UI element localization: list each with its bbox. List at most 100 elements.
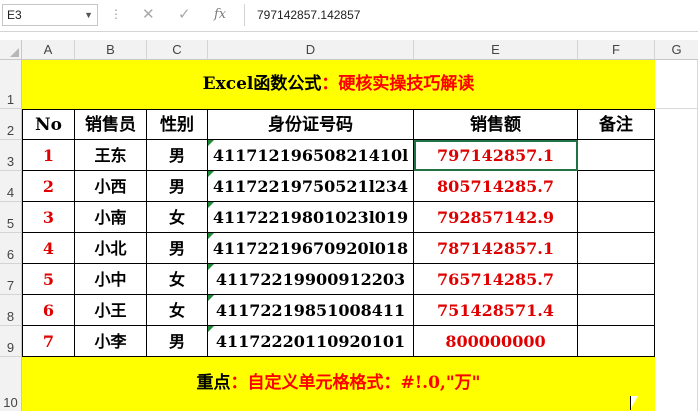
cell-salesperson[interactable]: 小李: [75, 326, 147, 357]
cell-sales[interactable]: 797142857.1: [414, 140, 578, 171]
row-header-6[interactable]: 6: [0, 233, 22, 264]
row-header-4[interactable]: 4: [0, 171, 22, 202]
number-as-text-indicator-icon[interactable]: [208, 140, 214, 146]
salesperson-value: 小中: [94, 270, 127, 289]
header-salesperson[interactable]: 销售员: [75, 109, 147, 140]
cell-gender[interactable]: 女: [147, 295, 208, 326]
title-black: Excel函数公式: [202, 74, 322, 94]
cell-sales[interactable]: 792857142.9: [414, 202, 578, 233]
column-header-b[interactable]: B: [75, 40, 147, 60]
cell-id-number[interactable]: 41172219801023l019: [208, 202, 414, 233]
row-header-2[interactable]: 2: [0, 109, 22, 140]
cancel-icon[interactable]: ✕: [142, 5, 155, 23]
cell-no[interactable]: 1: [22, 140, 75, 171]
cell-gender[interactable]: 男: [147, 140, 208, 171]
mouse-pointer-icon: [630, 396, 638, 410]
cell-id-number[interactable]: 41172219670920l018: [208, 233, 414, 264]
header-sales[interactable]: 销售额: [414, 109, 578, 140]
header-gender[interactable]: 性别: [147, 109, 208, 140]
cell-salesperson[interactable]: 小西: [75, 171, 147, 202]
cell-gender[interactable]: 女: [147, 202, 208, 233]
gender-value: 男: [168, 239, 185, 258]
header-no[interactable]: No: [22, 109, 75, 140]
row-header-5[interactable]: 5: [0, 202, 22, 233]
formula-input[interactable]: 797142857.142857: [244, 4, 696, 26]
cell-g1[interactable]: [655, 60, 698, 109]
sales-value: 765714285.7: [437, 270, 554, 289]
salesperson-value: 小王: [94, 301, 127, 320]
cell-no[interactable]: 4: [22, 233, 75, 264]
name-box[interactable]: E3 ▼: [2, 4, 98, 26]
column-header-e[interactable]: E: [414, 40, 578, 60]
formula-bar-grip: ⋮: [110, 7, 122, 21]
cell-note[interactable]: [578, 233, 655, 264]
header-note[interactable]: 备注: [578, 109, 655, 140]
cell-salesperson[interactable]: 小北: [75, 233, 147, 264]
cell-gender[interactable]: 男: [147, 171, 208, 202]
cell-gender[interactable]: 女: [147, 264, 208, 295]
cell-id-number[interactable]: 41172220110920101: [208, 326, 414, 357]
id-number-value: 41172219851008411: [215, 301, 406, 320]
row-header-10[interactable]: 10: [0, 357, 22, 411]
cell-id-number[interactable]: 41172219900912203: [208, 264, 414, 295]
cell-id-number[interactable]: 41172219851008411: [208, 295, 414, 326]
row-header-7[interactable]: 7: [0, 264, 22, 295]
column-header-a[interactable]: A: [22, 40, 75, 60]
cell-sales[interactable]: 765714285.7: [414, 264, 578, 295]
column-header-f[interactable]: F: [578, 40, 655, 60]
sales-value: 751428571.4: [437, 301, 554, 320]
cell-note[interactable]: [578, 202, 655, 233]
cell-note[interactable]: [578, 326, 655, 357]
cell-gender[interactable]: 男: [147, 326, 208, 357]
row-header-9[interactable]: 9: [0, 326, 22, 357]
cell-g10[interactable]: [655, 357, 698, 411]
cell-salesperson[interactable]: 小王: [75, 295, 147, 326]
sales-value: 805714285.7: [437, 177, 554, 196]
row-header-8[interactable]: 8: [0, 295, 22, 326]
number-as-text-indicator-icon[interactable]: [208, 295, 214, 301]
column-header-c[interactable]: C: [147, 40, 208, 60]
header-id-number[interactable]: 身份证号码: [208, 109, 414, 140]
cell-note[interactable]: [578, 295, 655, 326]
cell-note[interactable]: [578, 171, 655, 202]
cell-no[interactable]: 6: [22, 295, 75, 326]
cell-id-number[interactable]: 41171219650821410l: [208, 140, 414, 171]
gender-value: 男: [168, 332, 185, 351]
number-as-text-indicator-icon[interactable]: [208, 171, 214, 177]
chevron-down-icon[interactable]: ▼: [84, 5, 93, 25]
cell-sales[interactable]: 787142857.1: [414, 233, 578, 264]
cell-id-number[interactable]: 41172219750521l234: [208, 171, 414, 202]
insert-function-icon[interactable]: fx: [214, 7, 226, 22]
number-as-text-indicator-icon[interactable]: [208, 264, 214, 270]
title-banner[interactable]: Excel函数公式：硬核实操技巧解读: [22, 60, 655, 109]
cell-gender[interactable]: 男: [147, 233, 208, 264]
cell-sales[interactable]: 751428571.4: [414, 295, 578, 326]
cell-sales[interactable]: 800000000: [414, 326, 578, 357]
cell-no[interactable]: 7: [22, 326, 75, 357]
column-header-d[interactable]: D: [208, 40, 414, 60]
cell-no[interactable]: 2: [22, 171, 75, 202]
number-as-text-indicator-icon[interactable]: [208, 326, 214, 332]
cell-salesperson[interactable]: 小南: [75, 202, 147, 233]
row-header-1[interactable]: 1: [0, 60, 22, 109]
number-as-text-indicator-icon[interactable]: [208, 233, 214, 239]
no-value: 7: [42, 332, 55, 351]
sales-value: 787142857.1: [437, 239, 554, 258]
cell-sales[interactable]: 805714285.7: [414, 171, 578, 202]
number-as-text-indicator-icon[interactable]: [208, 202, 214, 208]
salesperson-value: 小北: [94, 239, 127, 258]
cells-g2-g9[interactable]: [655, 109, 698, 357]
row-header-3[interactable]: 3: [0, 140, 22, 171]
salesperson-value: 王东: [94, 146, 127, 165]
cell-note[interactable]: [578, 264, 655, 295]
enter-icon[interactable]: ✓: [178, 5, 191, 23]
cell-no[interactable]: 3: [22, 202, 75, 233]
column-header-g[interactable]: G: [655, 40, 698, 60]
cell-salesperson[interactable]: 王东: [75, 140, 147, 171]
cell-no[interactable]: 5: [22, 264, 75, 295]
cell-salesperson[interactable]: 小中: [75, 264, 147, 295]
name-box-value: E3: [7, 8, 22, 22]
footer-banner[interactable]: 重点：自定义单元格格式：#!.0,"万": [22, 357, 655, 411]
select-all-button[interactable]: [0, 40, 22, 60]
cell-note[interactable]: [578, 140, 655, 171]
